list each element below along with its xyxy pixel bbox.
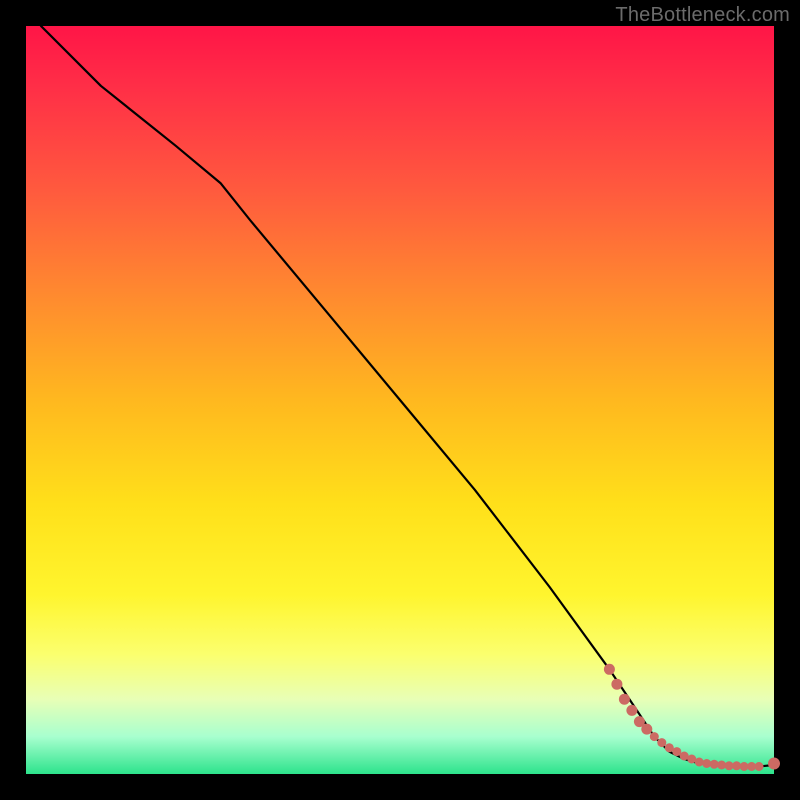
sample-dot <box>768 758 780 770</box>
sample-dot <box>641 724 652 735</box>
sample-dot <box>619 694 630 705</box>
sample-dot <box>611 679 622 690</box>
sample-dot <box>650 732 659 741</box>
sample-dot <box>657 738 666 747</box>
sample-dot <box>626 705 637 716</box>
sample-dots-group <box>604 664 780 771</box>
chart-area <box>26 26 774 774</box>
sample-dot <box>604 664 615 675</box>
chart-svg <box>26 26 774 774</box>
sample-dot <box>695 758 704 767</box>
bottleneck-curve <box>41 26 774 767</box>
watermark-label: TheBottleneck.com <box>615 4 790 27</box>
sample-dot <box>755 762 764 771</box>
